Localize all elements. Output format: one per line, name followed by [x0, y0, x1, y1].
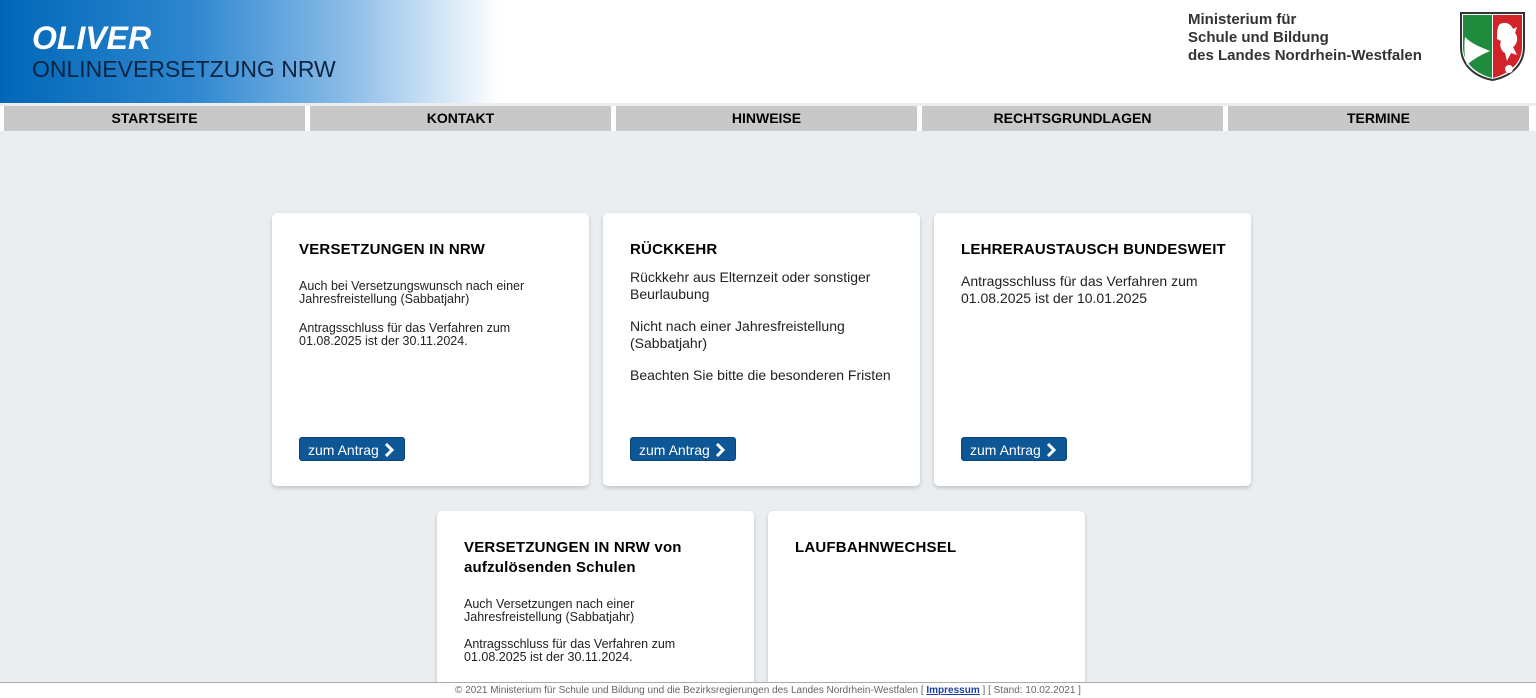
card-deadline-text: Antragsschluss für das Verfahren zum 01.… — [464, 637, 676, 664]
header: OLIVER ONLINEVERSETZUNG NRW Ministerium … — [0, 0, 1536, 103]
brand-banner: OLIVER ONLINEVERSETZUNG NRW — [0, 0, 500, 103]
card-lehreraustausch: LEHRERAUSTAUSCH BUNDESWEIT Antragsschlus… — [934, 213, 1251, 486]
chevron-right-icon — [1046, 442, 1056, 457]
apply-button[interactable]: zum Antrag — [299, 437, 405, 461]
main-navigation: STARTSEITE KONTAKT HINWEISE RECHTSGRUNDL… — [0, 106, 1536, 131]
card-text: Auch Versetzungen nach einer Jahresfreis… — [464, 597, 635, 624]
nav-item-hinweise[interactable]: HINWEISE — [616, 106, 917, 131]
apply-button-label: zum Antrag — [308, 442, 379, 458]
card-title: RÜCKKEHR — [630, 241, 718, 258]
impressum-link[interactable]: Impressum — [926, 685, 979, 696]
card-title: VERSETZUNGEN IN NRW von aufzulösenden Sc… — [464, 539, 682, 576]
card-laufbahnwechsel: LAUFBAHNWECHSEL — [768, 511, 1085, 698]
chevron-right-icon — [715, 442, 725, 457]
app-title: OLIVER — [32, 20, 152, 56]
chevron-right-icon — [384, 442, 394, 457]
card-text: Auch bei Versetzungswunsch nach einer Ja… — [299, 279, 525, 306]
card-text: Rückkehr aus Elternzeit oder sonstiger B… — [630, 269, 871, 302]
apply-button-label: zum Antrag — [639, 442, 710, 458]
ministry-line-2: Schule und Bildung — [1188, 29, 1329, 46]
apply-button[interactable]: zum Antrag — [630, 437, 736, 461]
apply-button-label: zum Antrag — [970, 442, 1041, 458]
footer: © 2021 Ministerium für Schule und Bildun… — [0, 682, 1536, 698]
footer-copyright: © 2021 Ministerium für Schule und Bildun… — [455, 685, 927, 696]
nrw-coat-of-arms-icon — [1460, 12, 1525, 82]
card-title: LEHRERAUSTAUSCH BUNDESWEIT — [961, 241, 1226, 258]
app-subtitle: ONLINEVERSETZUNG NRW — [32, 56, 336, 82]
ministry-line-3: des Landes Nordrhein-Westfalen — [1188, 47, 1422, 64]
nav-item-startseite[interactable]: STARTSEITE — [4, 106, 305, 131]
card-title: VERSETZUNGEN IN NRW — [299, 241, 486, 258]
nav-item-termine[interactable]: TERMINE — [1228, 106, 1529, 131]
card-deadline-text: Antragsschluss für das Verfahren zum 01.… — [961, 273, 1198, 306]
card-versetzungen-aufzuloesende-schulen: VERSETZUNGEN IN NRW von aufzulösenden Sc… — [437, 511, 754, 698]
ministry-line-1: Ministerium für — [1188, 11, 1297, 28]
card-rueckkehr: RÜCKKEHR Rückkehr aus Elternzeit oder so… — [603, 213, 920, 486]
card-versetzungen-nrw: VERSETZUNGEN IN NRW Auch bei Versetzungs… — [272, 213, 589, 486]
card-text: Nicht nach einer Jahresfreistellung (Sab… — [630, 318, 845, 351]
apply-button[interactable]: zum Antrag — [961, 437, 1067, 461]
footer-stand: ] [ Stand: 10.02.2021 ] — [979, 685, 1081, 696]
card-title: LAUFBAHNWECHSEL — [795, 539, 957, 556]
nav-item-kontakt[interactable]: KONTAKT — [310, 106, 611, 131]
card-note-text: Beachten Sie bitte die besonderen Friste… — [630, 367, 891, 383]
nav-item-rechtsgrundlagen[interactable]: RECHTSGRUNDLAGEN — [922, 106, 1223, 131]
ministry-name: Ministerium für Schule und Bildung des L… — [1188, 11, 1448, 65]
card-deadline-text: Antragsschluss für das Verfahren zum 01.… — [299, 321, 511, 348]
